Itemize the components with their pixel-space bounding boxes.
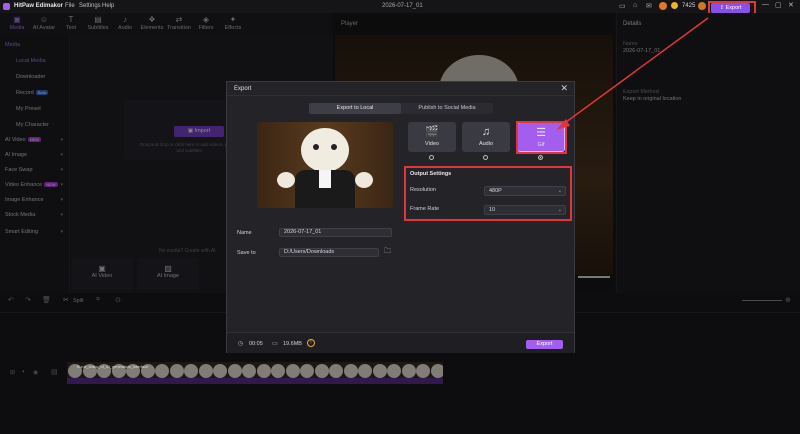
clip-label: B-roll_video_of_AI_generation_interface <box>77 364 149 369</box>
